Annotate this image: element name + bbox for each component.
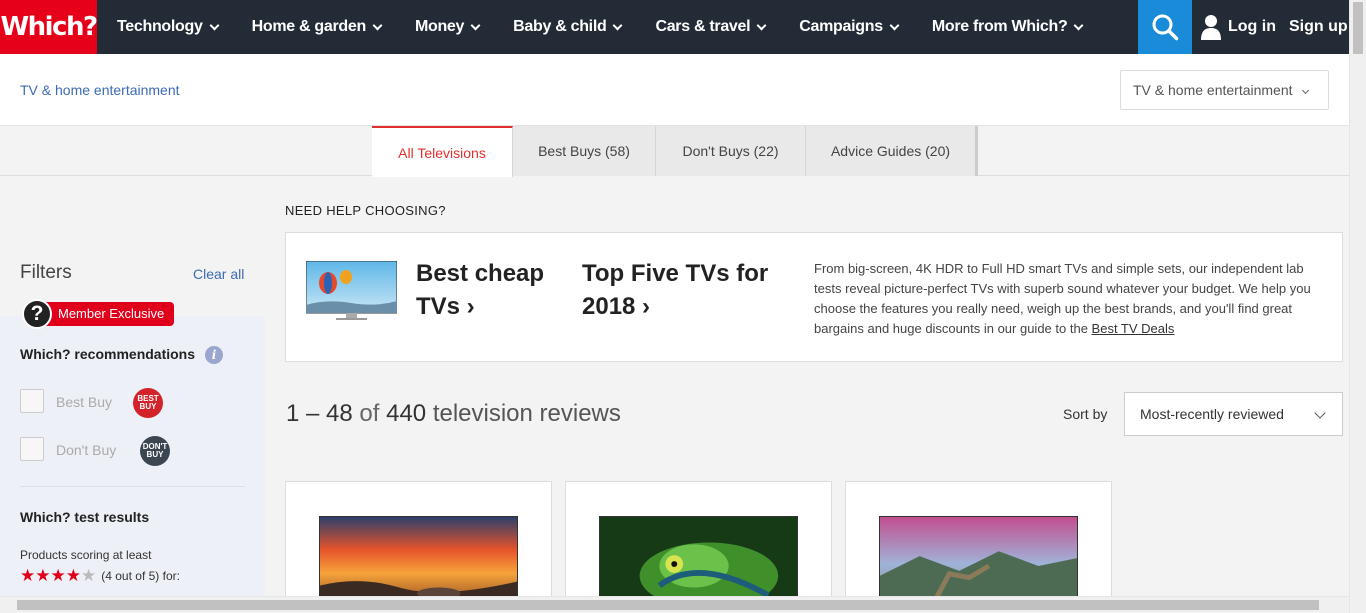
scrollbar-thumb[interactable] — [1353, 2, 1363, 54]
recommendations-title: Which? recommendations — [20, 346, 196, 362]
scoring-label: Products scoring at least — [20, 548, 152, 562]
vertical-scrollbar[interactable] — [1349, 0, 1366, 613]
which-logo[interactable]: Which? — [0, 0, 98, 54]
tab-all-televisions[interactable]: All Televisions — [372, 126, 513, 177]
dont-buy-badge-icon: DON'T BUY — [140, 436, 170, 466]
promo-description: From big-screen, 4K HDR to Full HD smart… — [814, 261, 1311, 336]
best-tv-deals-link[interactable]: Best TV Deals — [1092, 321, 1175, 336]
product-card[interactable] — [285, 481, 552, 612]
star-empty-icon[interactable]: ★ — [81, 567, 96, 584]
tab-advice-guides[interactable]: Advice Guides (20) — [806, 126, 978, 176]
best-buy-badge-icon: BEST BUY — [133, 388, 163, 418]
product-card[interactable] — [845, 481, 1112, 612]
nav-cars-travel[interactable]: Cars & travel — [655, 18, 767, 36]
search-icon — [1152, 14, 1179, 41]
best-cheap-tvs-link[interactable]: Best cheap TVs › — [416, 257, 566, 323]
chevron-down-icon — [1314, 407, 1326, 419]
question-mark-icon: ? — [22, 299, 52, 329]
signup-link[interactable]: Sign up — [1289, 0, 1348, 54]
tab-dont-buys[interactable]: Don't Buys (22) — [656, 126, 806, 176]
member-exclusive-banner: ? Member Exclusive — [22, 299, 175, 329]
main-nav: Technology Home & garden Money Baby & ch… — [117, 0, 1116, 54]
chevron-down-icon — [372, 20, 383, 30]
best-buy-checkbox[interactable] — [20, 389, 44, 413]
test-results-title: Which? test results — [20, 509, 150, 525]
member-exclusive-badge: Member Exclusive — [38, 302, 175, 326]
star-rating-filter[interactable]: ★ ★ ★ ★ ★ (4 out of 5) for: — [20, 567, 180, 584]
info-icon[interactable]: i — [205, 346, 223, 364]
star-filled-icon[interactable]: ★ — [66, 567, 81, 584]
sub-header: TV & home entertainment TV & home entert… — [0, 54, 1349, 126]
star-filled-icon[interactable]: ★ — [35, 567, 50, 584]
need-help-heading: NEED HELP CHOOSING? — [285, 203, 446, 218]
scrollbar-thumb[interactable] — [17, 600, 1319, 610]
nav-campaigns[interactable]: Campaigns — [799, 18, 900, 36]
divider — [20, 486, 245, 487]
star-filled-icon[interactable]: ★ — [20, 567, 35, 584]
search-button[interactable] — [1138, 0, 1192, 54]
product-card[interactable] — [565, 481, 832, 612]
user-icon — [1201, 15, 1221, 40]
sort-select[interactable]: Most-recently reviewed — [1124, 392, 1343, 436]
promo-box: Best cheap TVs › Top Five TVs for 2018 ›… — [285, 232, 1343, 362]
dont-buy-label: Don't Buy — [56, 442, 117, 458]
login-link[interactable]: Log in — [1200, 0, 1276, 54]
chevron-down-icon — [889, 20, 900, 30]
category-select[interactable]: TV & home entertainment — [1120, 70, 1329, 110]
horizontal-scrollbar[interactable] — [0, 596, 1349, 613]
star-filled-icon[interactable]: ★ — [51, 567, 66, 584]
nav-more-from-which[interactable]: More from Which? — [932, 18, 1084, 36]
nav-baby-child[interactable]: Baby & child — [513, 18, 623, 36]
dont-buy-checkbox[interactable] — [20, 437, 44, 461]
nav-money[interactable]: Money — [415, 18, 481, 36]
chevron-down-icon — [1301, 86, 1309, 94]
chevron-down-icon — [209, 20, 220, 30]
top-five-tvs-link[interactable]: Top Five TVs for 2018 › — [582, 257, 782, 323]
tabs-bar: All Televisions Best Buys (58) Don't Buy… — [0, 126, 1349, 177]
chevron-down-icon — [470, 20, 481, 30]
results-count: 1 – 48 of 440 television reviews — [286, 400, 621, 427]
top-nav: Which? Technology Home & garden Money Ba… — [0, 0, 1349, 54]
filters-title: Filters — [20, 262, 72, 283]
nav-home-garden[interactable]: Home & garden — [252, 18, 383, 36]
tab-best-buys[interactable]: Best Buys (58) — [513, 126, 656, 176]
sort-label: Sort by — [1063, 406, 1108, 422]
nav-technology[interactable]: Technology — [117, 18, 220, 36]
clear-all-link[interactable]: Clear all — [193, 266, 244, 282]
chevron-down-icon — [756, 20, 767, 30]
chevron-down-icon — [613, 20, 623, 30]
chevron-down-icon — [1074, 20, 1084, 30]
star-rating-text: (4 out of 5) for: — [101, 568, 180, 583]
breadcrumb[interactable]: TV & home entertainment — [20, 82, 180, 98]
tv-thumbnail-image[interactable] — [306, 261, 397, 321]
best-buy-label: Best Buy — [56, 394, 113, 410]
